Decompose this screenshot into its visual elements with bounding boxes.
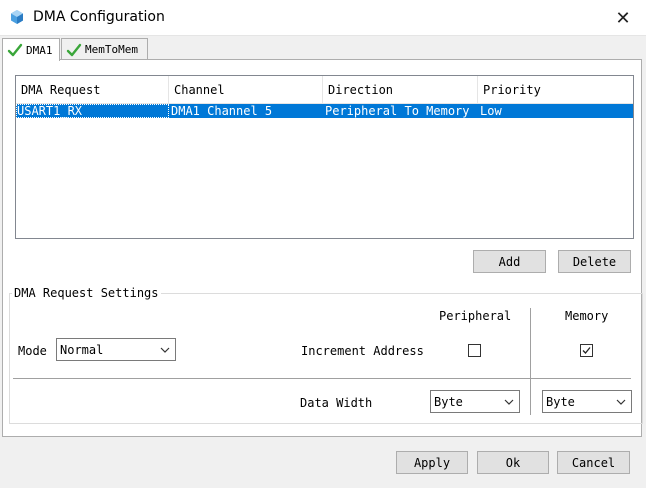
column-divider (530, 308, 531, 415)
data-width-peripheral-value: Byte (434, 395, 463, 409)
chevron-down-icon (616, 399, 626, 405)
column-header-channel[interactable]: Channel (169, 76, 323, 104)
mode-select[interactable]: Normal (56, 338, 176, 361)
cell-dma-request: USART1_RX (16, 104, 169, 118)
increment-memory-checkbox[interactable] (580, 344, 593, 357)
checkmark-icon (582, 347, 591, 354)
window-title: DMA Configuration (33, 9, 165, 25)
memory-column-label: Memory (565, 309, 609, 323)
tab-dma1[interactable]: DMA1 (2, 38, 60, 61)
data-width-memory-value: Byte (546, 395, 575, 409)
apply-button[interactable]: Apply (396, 451, 468, 474)
data-width-memory-select[interactable]: Byte (542, 390, 632, 413)
mode-value: Normal (60, 343, 104, 357)
app-cube-icon (11, 10, 23, 24)
column-header-dma-request[interactable]: DMA Request (16, 76, 169, 104)
cell-channel: DMA1 Channel 5 (171, 104, 273, 118)
table-row[interactable]: USART1_RX DMA1 Channel 5 Peripheral To M… (16, 104, 633, 118)
increment-peripheral-checkbox[interactable] (468, 344, 481, 357)
ok-button[interactable]: Ok (477, 451, 549, 474)
tab-label: DMA1 (26, 43, 53, 57)
cancel-button[interactable]: Cancel (557, 451, 630, 474)
cell-direction: Peripheral To Memory (325, 104, 470, 118)
tab-label: MemToMem (85, 43, 138, 56)
increment-address-label: Increment Address (301, 344, 424, 358)
check-icon (66, 43, 82, 56)
column-header-direction[interactable]: Direction (323, 76, 478, 104)
table-header: DMA Request Channel Direction Priority (16, 76, 633, 104)
cell-priority: Low (480, 104, 502, 118)
mode-label: Mode (18, 344, 47, 358)
dma-request-table[interactable]: DMA Request Channel Direction Priority U… (15, 75, 634, 239)
group-title: DMA Request Settings (12, 286, 161, 300)
row-divider (13, 378, 631, 379)
tab-panel-dma1: DMA Request Channel Direction Priority U… (2, 59, 643, 437)
data-width-peripheral-select[interactable]: Byte (430, 390, 520, 413)
close-button[interactable]: ✕ (600, 0, 646, 36)
check-icon (7, 43, 23, 57)
data-width-label: Data Width (300, 396, 373, 410)
tab-memtomem[interactable]: MemToMem (61, 38, 148, 60)
column-header-priority[interactable]: Priority (478, 76, 633, 104)
chevron-down-icon (160, 347, 170, 353)
add-button[interactable]: Add (473, 250, 546, 273)
chevron-down-icon (504, 399, 514, 405)
peripheral-column-label: Peripheral (439, 309, 512, 323)
title-bar: DMA Configuration ✕ (0, 0, 646, 36)
close-icon: ✕ (615, 7, 631, 29)
delete-button[interactable]: Delete (558, 250, 631, 273)
